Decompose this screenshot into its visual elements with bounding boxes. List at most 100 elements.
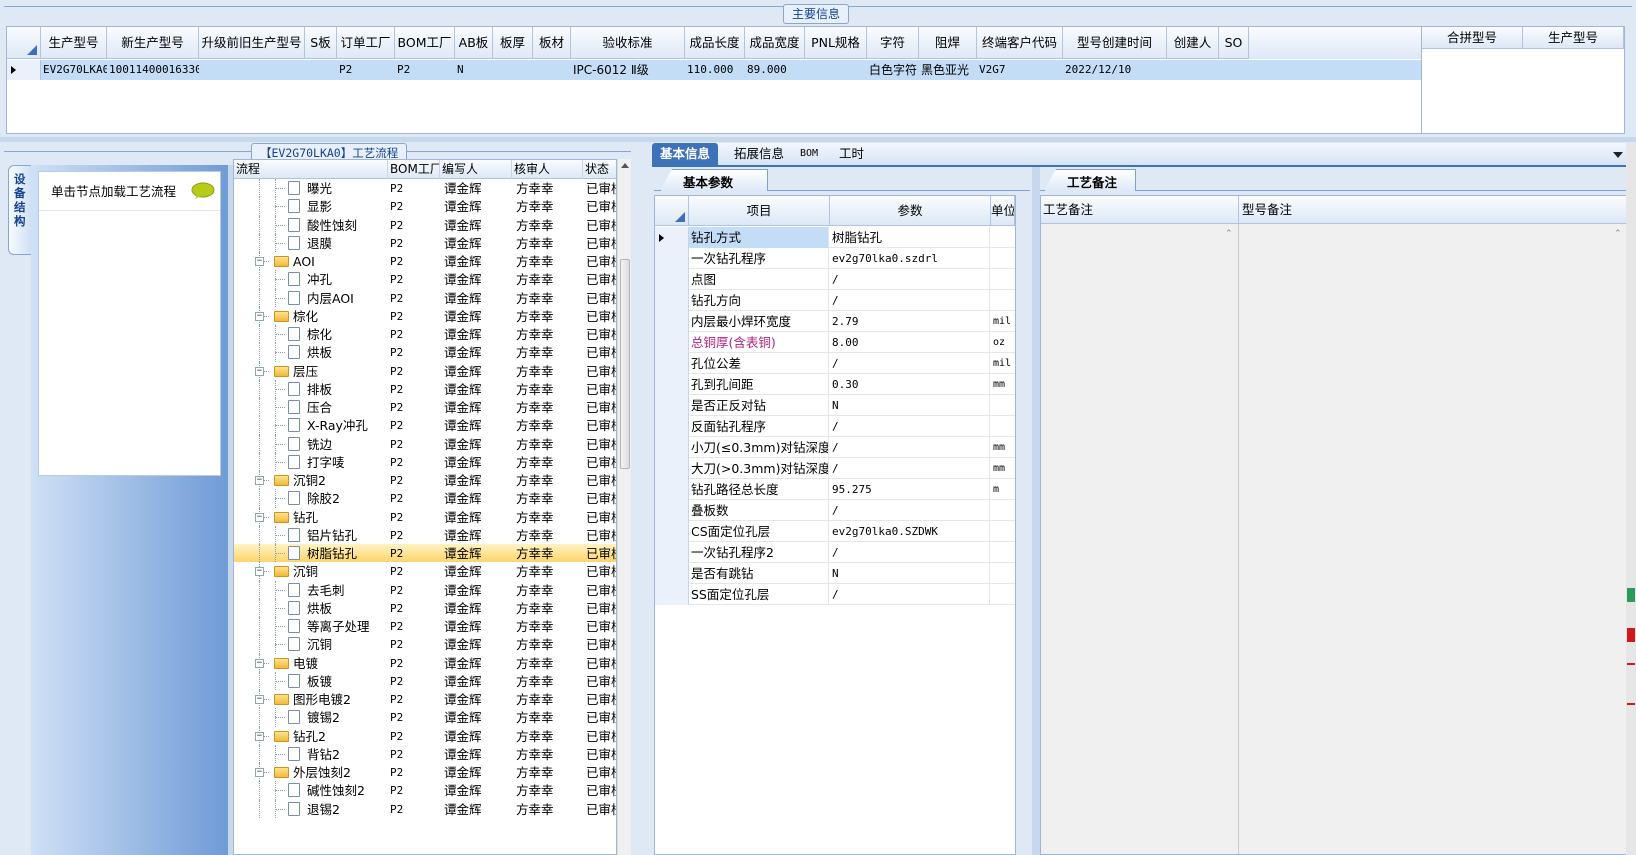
process-notes-field[interactable]: [1041, 224, 1239, 854]
col-header-3[interactable]: S板: [305, 27, 337, 59]
col-header-4[interactable]: 订单工厂: [337, 27, 395, 59]
tab-work-hours[interactable]: 工时: [831, 143, 872, 165]
row-cell-2[interactable]: [201, 60, 305, 80]
param-value[interactable]: /: [830, 437, 990, 458]
col-header-1[interactable]: 新生产型号: [107, 27, 199, 59]
tree-row[interactable]: 内层AOI P2 谭金辉 方幸幸 已审核: [234, 288, 616, 307]
col-header-13[interactable]: 字符: [867, 27, 919, 59]
col-header-0[interactable]: 生产型号: [41, 27, 107, 59]
tree-row[interactable]: 碱性蚀刻2 P2 谭金辉 方幸幸 已审核: [234, 781, 616, 800]
row-cell-5[interactable]: P2: [397, 60, 455, 80]
tree-row[interactable]: − 层压 P2 谭金辉 方幸幸 已审核: [234, 361, 616, 380]
param-row[interactable]: 大刀(>0.3mm)对钻深度 / mm: [655, 458, 1015, 479]
col-header-2[interactable]: 升级前旧生产型号: [199, 27, 305, 59]
row-cell-8[interactable]: [535, 60, 571, 80]
tree-col-header-0[interactable]: 流程: [234, 160, 388, 179]
tree-row[interactable]: 棕化 P2 谭金辉 方幸幸 已审核: [234, 325, 616, 344]
tree-row[interactable]: 酸性蚀刻 P2 谭金辉 方幸幸 已审核: [234, 215, 616, 234]
param-row[interactable]: 孔到孔间距 0.30 mm: [655, 374, 1015, 395]
basic-params-tab[interactable]: 基本参数: [660, 169, 768, 191]
col-header-10[interactable]: 成品长度: [685, 27, 745, 59]
process-notes-tab[interactable]: 工艺备注: [1044, 169, 1136, 191]
tree-row[interactable]: 等离子处理 P2 谭金辉 方幸幸 已审核: [234, 617, 616, 636]
tab-bom[interactable]: BOM: [792, 143, 826, 165]
collapse-toggle-icon[interactable]: −: [255, 658, 264, 668]
param-value[interactable]: N: [830, 563, 990, 584]
tree-row[interactable]: 背钻2 P2 谭金辉 方幸幸 已审核: [234, 744, 616, 763]
collapse-toggle-icon[interactable]: −: [255, 476, 264, 485]
collapse-toggle-icon[interactable]: −: [255, 695, 264, 704]
tree-row[interactable]: − 棕化 P2 谭金辉 方幸幸 已审核: [234, 306, 616, 325]
param-row[interactable]: 钻孔方式 树脂钻孔: [655, 227, 1015, 248]
param-row[interactable]: 叠板数 /: [655, 500, 1015, 521]
tree-row[interactable]: − AOI P2 谭金辉 方幸幸 已审核: [234, 252, 616, 271]
param-value[interactable]: N: [830, 395, 990, 416]
param-row[interactable]: 一次钻孔程序 ev2g70lka0.szdrl: [655, 248, 1015, 269]
param-value[interactable]: /: [830, 500, 990, 521]
param-value[interactable]: 2.79: [830, 311, 990, 332]
col-header-15[interactable]: 终端客户代码: [977, 27, 1063, 59]
row-cell-13[interactable]: 白色字符: [869, 60, 919, 80]
row-cell-9[interactable]: IPC-6012 Ⅱ级: [573, 60, 685, 80]
vertical-splitter-right[interactable]: [1032, 167, 1040, 855]
collapse-toggle-icon[interactable]: −: [255, 257, 264, 266]
row-cell-1[interactable]: 10011400016330: [109, 60, 199, 80]
param-row[interactable]: 点图 /: [655, 269, 1015, 290]
row-cell-16[interactable]: 2022/12/10: [1065, 60, 1167, 80]
row-indicator[interactable]: [7, 60, 41, 80]
tree-row[interactable]: 打字唛 P2 谭金辉 方幸幸 已审核: [234, 452, 616, 471]
main-info-grid-row[interactable]: EV2G70LKA0 10011400016330 P2 P2 N IPC-6012 Ⅱ级…: [7, 60, 1421, 80]
tree-row[interactable]: − 外层蚀刻2 P2 谭金辉 方幸幸 已审核: [234, 763, 616, 782]
tree-row[interactable]: 退膜 P2 谭金辉 方幸幸 已审核: [234, 233, 616, 252]
collapse-toggle-icon[interactable]: −: [255, 512, 264, 522]
tree-row[interactable]: − 钻孔2 P2 谭金辉 方幸幸 已审核: [234, 726, 616, 745]
row-cell-14[interactable]: 黑色亚光: [921, 60, 977, 80]
row-cell-12[interactable]: [807, 60, 867, 80]
param-row[interactable]: 孔位公差 / mil: [655, 353, 1015, 374]
tree-row[interactable]: 铝片钻孔 P2 谭金辉 方幸幸 已审核: [234, 525, 616, 544]
param-row[interactable]: 是否有跳钻 N: [655, 563, 1015, 584]
tree-row[interactable]: − 沉铜2 P2 谭金辉 方幸幸 已审核: [234, 471, 616, 490]
collapse-toggle-icon[interactable]: −: [255, 768, 264, 777]
col-header-16[interactable]: 型号创建时间: [1063, 27, 1167, 59]
tree-row[interactable]: − 沉铜 P2 谭金辉 方幸幸 已审核: [234, 562, 616, 581]
tab-extended-info[interactable]: 拓展信息: [726, 143, 792, 165]
row-cell-18[interactable]: [1221, 60, 1249, 80]
tree-row[interactable]: 除胶2 P2 谭金辉 方幸幸 已审核: [234, 489, 616, 508]
param-col-unit[interactable]: 单位: [991, 196, 1015, 226]
param-col-item[interactable]: 项目: [689, 196, 830, 226]
collapse-toggle-icon[interactable]: −: [255, 366, 264, 376]
param-row[interactable]: 反面钻孔程序 /: [655, 416, 1015, 437]
merge-model-header[interactable]: 合拼型号: [1422, 27, 1523, 49]
tree-col-header-4[interactable]: 状态: [583, 160, 616, 179]
vertical-splitter-mid[interactable]: [631, 143, 647, 855]
tree-col-header-1[interactable]: BOM工厂: [388, 160, 440, 179]
collapse-toggle-icon[interactable]: −: [255, 311, 264, 321]
param-row[interactable]: 总铜厚(含表铜) 8.00 oz: [655, 332, 1015, 353]
horizontal-splitter[interactable]: [0, 137, 1636, 142]
param-row[interactable]: SS面定位孔层 /: [655, 584, 1015, 605]
col-header-5[interactable]: BOM工厂: [395, 27, 455, 59]
col-header-18[interactable]: SO: [1219, 27, 1249, 59]
param-row[interactable]: 小刀(≤0.3mm)对钻深度 / mm: [655, 437, 1015, 458]
param-value[interactable]: /: [830, 542, 990, 563]
tree-scrollbar[interactable]: [617, 159, 631, 855]
row-cell-11[interactable]: 89.000: [747, 60, 805, 80]
param-value[interactable]: /: [830, 458, 990, 479]
param-row[interactable]: 一次钻孔程序2/: [655, 542, 1015, 563]
tree-row[interactable]: 去毛刺 P2 谭金辉 方幸幸 已审核: [234, 580, 616, 599]
tree-row[interactable]: − 钻孔 P2 谭金辉 方幸幸 已审核: [234, 507, 616, 526]
row-cell-17[interactable]: [1169, 60, 1219, 80]
col-header-17[interactable]: 创建人: [1167, 27, 1219, 59]
scroll-up-icon[interactable]: [621, 163, 629, 168]
collapse-toggle-icon[interactable]: −: [255, 731, 264, 741]
param-value[interactable]: /: [830, 584, 990, 605]
tree-row[interactable]: − 电镀 P2 谭金辉 方幸幸 已审核: [234, 653, 616, 672]
param-value[interactable]: ev2g70lka0.szdrl: [830, 248, 990, 269]
col-header-6[interactable]: AB板: [455, 27, 493, 59]
tree-row[interactable]: X-Ray冲孔 P2 谭金辉 方幸幸 已审核: [234, 416, 616, 435]
scroll-thumb[interactable]: [620, 259, 630, 469]
param-row[interactable]: 钻孔方向 /: [655, 290, 1015, 311]
tree-col-header-3[interactable]: 核审人: [512, 160, 583, 179]
tree-row[interactable]: 板镀 P2 谭金辉 方幸幸 已审核: [234, 671, 616, 690]
